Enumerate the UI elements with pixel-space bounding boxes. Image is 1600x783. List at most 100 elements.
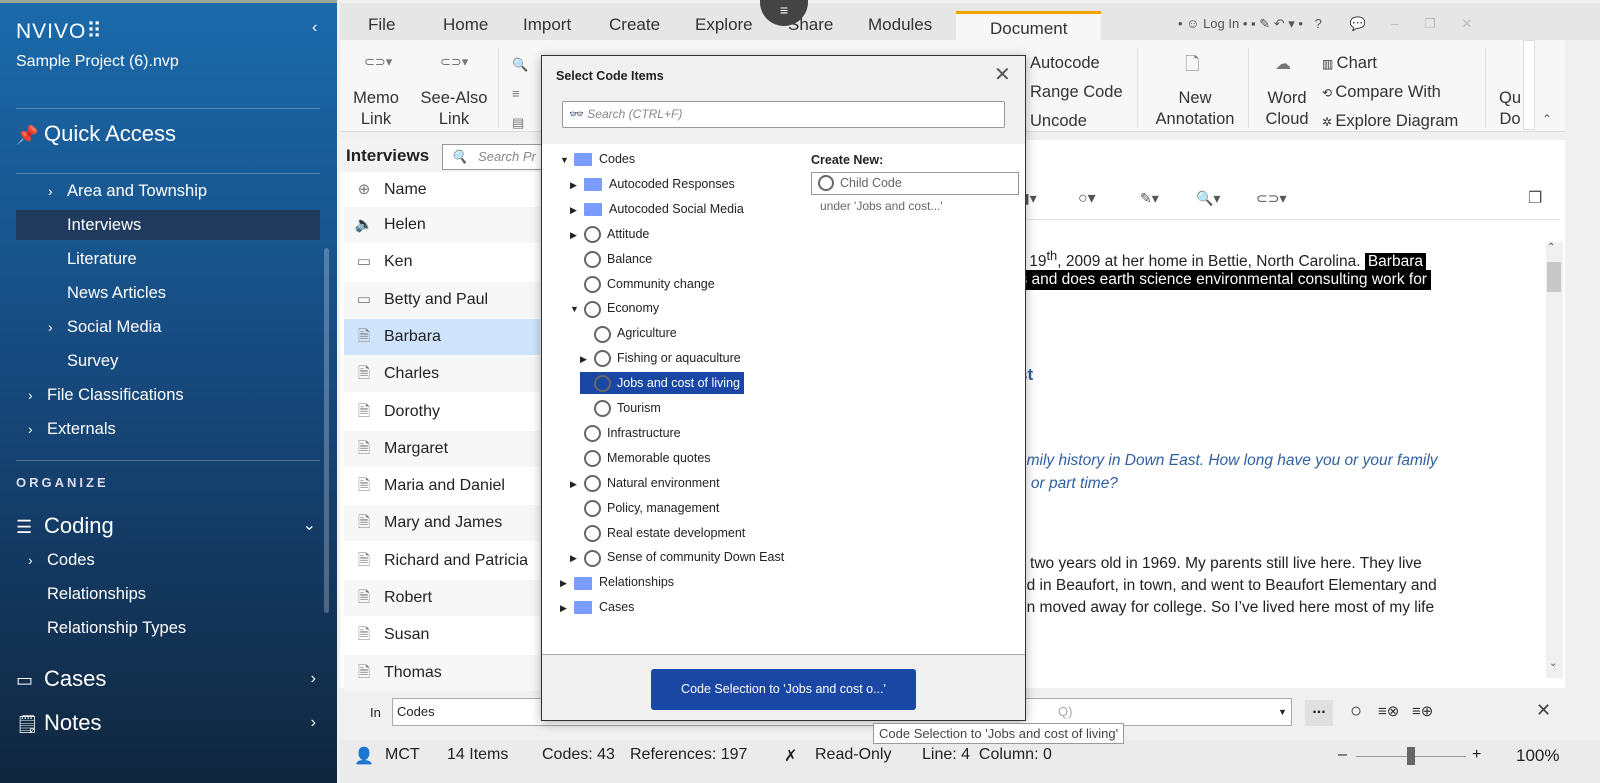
code-tree-item[interactable]: ▶ Natural environment <box>570 472 720 494</box>
zoom-out-button[interactable]: – <box>1338 746 1347 764</box>
code-tree-item[interactable]: Policy, management <box>570 497 719 519</box>
login-link[interactable]: Log In <box>1203 16 1239 31</box>
child-code-input[interactable]: Child Code <box>811 172 1019 195</box>
notes-section[interactable]: 🗒 Notes › <box>16 705 320 741</box>
collapsed-icon[interactable]: ▶ <box>570 473 584 495</box>
word-cloud-button[interactable]: Word Cloud <box>1252 88 1322 130</box>
code-tree-item[interactable]: ▶ Sense of community Down East <box>570 546 784 568</box>
sidebar-item-file-classifications[interactable]: › File Classifications <box>16 380 320 410</box>
collapsed-icon[interactable]: ▶ <box>570 174 584 196</box>
name-column-header[interactable]: ⊕ Name <box>344 172 540 208</box>
zoom-slider-thumb[interactable] <box>1407 747 1415 765</box>
document-scrollbar[interactable]: ⌃ ⌄ <box>1546 242 1563 678</box>
interview-row[interactable]: 🗎 Susan <box>344 617 540 653</box>
code-tree-item[interactable]: ▶ Attitude <box>570 223 649 245</box>
sidebar-item-relationships[interactable]: Relationships <box>16 579 320 609</box>
code-tree-item[interactable]: ▶ Relationships <box>560 571 674 593</box>
code-tree-item[interactable]: Jobs and cost of living <box>580 372 744 395</box>
link-icon[interactable]: ⊂⊃▾ <box>1256 190 1287 207</box>
explore-diagram-button[interactable]: ✲ Explore Diagram <box>1322 106 1458 137</box>
collapsed-icon[interactable]: ▶ <box>570 199 584 221</box>
restore-button[interactable]: ❐ <box>1424 16 1436 31</box>
sidebar-item-social-media[interactable]: › Social Media <box>16 312 320 342</box>
uncode-button[interactable]: Uncode <box>1030 106 1087 136</box>
undo-icon[interactable]: ↶ <box>1270 16 1285 31</box>
more-button[interactable]: ... <box>1305 700 1333 726</box>
new-annotation-button[interactable]: New Annotation <box>1145 88 1245 130</box>
interview-row[interactable]: 🗎 Barbara <box>344 318 540 355</box>
close-dialog-button[interactable]: ✕ <box>994 62 1011 87</box>
interview-row[interactable]: 🗎 Dorothy <box>344 394 540 430</box>
collapsed-icon[interactable]: ▶ <box>560 572 574 594</box>
zoom-in-button[interactable]: + <box>1472 746 1481 764</box>
zoom-slider[interactable] <box>1356 747 1466 765</box>
collapsed-icon[interactable]: ▶ <box>570 224 584 246</box>
scroll-thumb[interactable] <box>1547 262 1561 292</box>
feedback-icon[interactable]: 💬 <box>1349 16 1365 31</box>
help-button[interactable]: ? <box>1315 16 1322 31</box>
code-tree-item[interactable]: ▶ Fishing or aquaculture <box>580 347 741 369</box>
code-tree-item[interactable]: ▶ Autocoded Social Media <box>570 198 744 220</box>
code-tree-item[interactable]: Tourism <box>580 397 661 419</box>
range-code-button[interactable]: Range Code <box>1030 77 1123 107</box>
code-tree-item[interactable]: Community change <box>570 273 715 295</box>
close-window-button[interactable]: ✕ <box>1461 16 1472 31</box>
interview-row[interactable]: ▭ Ken <box>344 244 540 280</box>
interview-row[interactable]: 🗎 Maria and Daniel <box>344 468 540 504</box>
compare-with-button[interactable]: ⟲ Compare With <box>1322 77 1441 108</box>
scroll-down-icon[interactable]: ⌄ <box>1549 658 1557 669</box>
sidebar-item-news-articles[interactable]: News Articles <box>16 278 320 308</box>
interview-row[interactable]: 🗎 Margaret <box>344 430 540 467</box>
code-tree-item[interactable]: Real estate development <box>570 522 745 544</box>
collapsed-icon[interactable]: ▶ <box>580 348 594 370</box>
interview-row[interactable]: 🔈 Helen <box>344 207 540 243</box>
minimize-button[interactable]: – <box>1391 16 1398 31</box>
quick-access-header[interactable]: 📌 Quick Access <box>16 116 320 152</box>
region-icon[interactable]: ○▾ <box>1078 188 1096 208</box>
tab-home[interactable]: Home <box>443 15 488 35</box>
coding-section[interactable]: ☰ Coding ⌄ <box>16 508 320 544</box>
cases-section[interactable]: ▭ Cases › <box>16 661 320 697</box>
highlight-icon[interactable]: ✎▾ <box>1140 190 1159 207</box>
sidebar-item-externals[interactable]: › Externals <box>16 414 320 444</box>
interview-row[interactable]: 🗎 Mary and James <box>344 505 540 542</box>
tab-explore[interactable]: Explore <box>695 15 753 35</box>
sidebar-item-survey[interactable]: Survey <box>16 346 320 376</box>
close-find-bar-icon[interactable]: ✕ <box>1536 700 1551 721</box>
collapsed-icon[interactable]: ▶ <box>560 597 574 619</box>
interview-row[interactable]: 🗎 Charles <box>344 356 540 393</box>
tab-document[interactable]: Document <box>956 11 1102 43</box>
tab-file[interactable]: File <box>368 15 395 35</box>
expanded-icon[interactable]: ▼ <box>560 149 574 171</box>
code-tree-item[interactable]: Memorable quotes <box>570 447 711 469</box>
code-tree-item[interactable]: Balance <box>570 248 652 270</box>
code-tree-item[interactable]: ▼ Economy <box>570 297 659 319</box>
code-icon[interactable]: ○ <box>1350 700 1362 723</box>
sidebar-scrollbar[interactable] <box>324 248 329 613</box>
interview-row[interactable]: 🗎 Richard and Patricia <box>344 543 540 579</box>
interview-row[interactable]: 🗎 Robert <box>344 580 540 616</box>
chart-button[interactable]: ▥ Chart <box>1322 48 1377 79</box>
quick-doc-button[interactable]: Qu Do <box>1495 88 1525 130</box>
sidebar-item-interviews[interactable]: Interviews <box>16 210 320 240</box>
code-tree-item[interactable]: ▶ Cases <box>560 596 634 618</box>
zoom-icon[interactable]: 🔍▾ <box>1196 190 1220 207</box>
undock-icon[interactable]: ❐ <box>1528 188 1542 208</box>
sidebar-item-literature[interactable]: Literature <box>16 244 320 274</box>
code-tree-item[interactable]: ▼ Codes <box>560 148 635 170</box>
autocode-button[interactable]: Autocode <box>1030 48 1100 78</box>
add-code-icon[interactable]: ≡⊕ <box>1412 702 1433 720</box>
ribbon-scroll[interactable] <box>1523 40 1535 130</box>
interview-row[interactable]: 🗎 Thomas <box>344 654 540 691</box>
customize-icon[interactable]: ▾ • <box>1285 16 1303 31</box>
tab-modules[interactable]: Modules <box>868 15 932 35</box>
code-search-input[interactable]: 👓 Search (CTRL+F) <box>562 101 1005 128</box>
interview-row[interactable]: ▭ Betty and Paul <box>344 281 540 318</box>
sidebar-item-relationship-types[interactable]: Relationship Types <box>16 613 320 643</box>
see-also-link-button[interactable]: See-Also Link <box>414 88 494 130</box>
expanded-icon[interactable]: ▼ <box>570 298 584 320</box>
collapse-ribbon-icon[interactable]: ⌃ <box>1542 112 1552 126</box>
tab-import[interactable]: Import <box>523 15 571 35</box>
code-tree-item[interactable]: ▶ Autocoded Responses <box>570 173 735 195</box>
memo-link-button[interactable]: Memo Link <box>348 88 404 130</box>
